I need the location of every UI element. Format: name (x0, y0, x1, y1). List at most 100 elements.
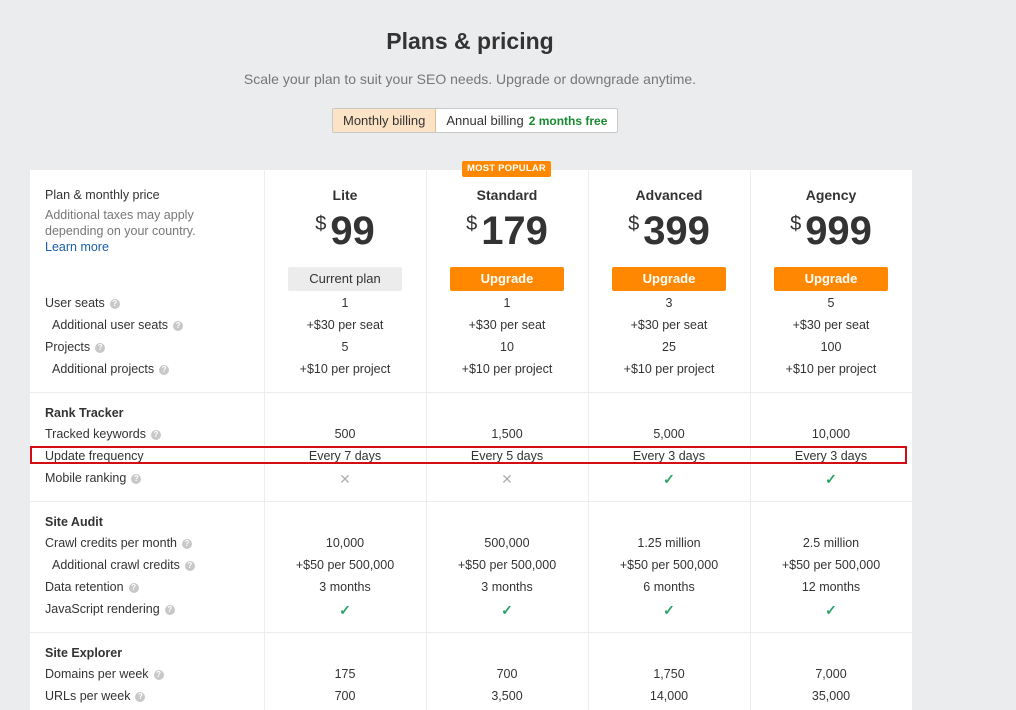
annual-billing-label: Annual billing (446, 113, 524, 128)
help-icon[interactable]: ? (184, 561, 195, 571)
row-label-domains-per-week: Domains per week? (45, 667, 164, 681)
table-cell: Every 5 days (470, 449, 544, 463)
table-cell: Every 7 days (308, 449, 382, 463)
table-cell: 500,000 (484, 536, 530, 550)
row-label-text: Tracked keywords (45, 427, 146, 441)
plan-price-label: Plan & monthly price (45, 188, 160, 202)
table-cell: +$50 per 500,000 (295, 558, 395, 572)
help-icon[interactable]: ? (182, 539, 192, 549)
table-cell: 3 (665, 296, 673, 310)
row-label-crawl-credits-per-month: Crawl credits per month? (45, 536, 192, 550)
cross-icon: ✕ (501, 471, 513, 487)
row-label-text: Projects (45, 340, 91, 354)
help-icon[interactable]: ? (164, 605, 175, 615)
table-cell: +$50 per 500,000 (781, 558, 881, 572)
table-cell: +$10 per project (299, 362, 391, 376)
currency-symbol: $ (466, 213, 478, 235)
plan-name-lite: Lite (332, 187, 358, 203)
row-label-text: Data retention (45, 580, 124, 594)
section-title-site-audit: Site Audit (45, 515, 103, 529)
price-amount: 179 (481, 209, 548, 253)
table-cell: 10,000 (811, 427, 851, 441)
table-cell: 2.5 million (802, 536, 860, 550)
check-icon: ✓ (501, 602, 513, 618)
row-label-additional-crawl-credits: Additional crawl credits? (52, 558, 195, 572)
currency-symbol: $ (315, 213, 327, 235)
row-label-mobile-ranking: Mobile ranking? (45, 471, 142, 485)
row-label-tracked-keywords: Tracked keywords? (45, 427, 161, 441)
section-title-site-explorer: Site Explorer (45, 646, 122, 660)
table-cell: +$50 per 500,000 (457, 558, 557, 572)
table-cell: +$10 per project (785, 362, 877, 376)
table-cell: +$50 per 500,000 (619, 558, 719, 572)
help-icon[interactable]: ? (131, 474, 142, 484)
table-cell: 14,000 (649, 689, 689, 703)
row-label-urls-per-week: URLs per week? (45, 689, 146, 703)
row-label-additional-projects: Additional projects? (52, 362, 170, 376)
help-icon[interactable]: ? (135, 692, 146, 702)
table-cell: +$30 per seat (792, 318, 870, 332)
upgrade-standard-button[interactable]: Upgrade (450, 267, 564, 291)
page-subtitle: Scale your plan to suit your SEO needs. … (243, 71, 697, 87)
upgrade-agency-button[interactable]: Upgrade (774, 267, 888, 291)
row-label-projects: Projects? (45, 340, 106, 354)
table-cell: 5 (827, 296, 835, 310)
row-label-text: Rank Tracker (45, 406, 124, 420)
check-icon: ✓ (663, 471, 675, 487)
row-label-text: JavaScript rendering (45, 602, 160, 616)
billing-toggle: Monthly billing Annual billing 2 months f… (332, 108, 619, 133)
annual-billing-option[interactable]: Annual billing 2 months free (436, 109, 617, 132)
help-icon[interactable]: ? (173, 321, 184, 331)
table-cell: 3 months (481, 580, 533, 594)
annual-promo-label: 2 months free (528, 114, 608, 128)
help-icon[interactable]: ? (109, 299, 120, 309)
table-cell: 35,000 (811, 689, 851, 703)
row-label-text: Domains per week (45, 667, 149, 681)
table-cell: +$30 per seat (468, 318, 546, 332)
monthly-billing-option[interactable]: Monthly billing (333, 109, 437, 132)
tax-note-line1: Additional taxes may apply (45, 208, 194, 222)
table-cell: 5 (341, 340, 349, 354)
section-title-rank-tracker: Rank Tracker (45, 406, 124, 420)
table-cell: 5,000 (653, 427, 685, 441)
currency-symbol: $ (790, 213, 802, 235)
learn-more-link[interactable]: Learn more (45, 240, 109, 254)
table-cell: +$30 per seat (306, 318, 384, 332)
row-label-text: Site Explorer (45, 646, 123, 660)
check-icon: ✓ (825, 602, 837, 618)
row-label-text: Site Audit (45, 515, 103, 529)
row-label-text: Crawl credits per month (45, 536, 177, 550)
cross-icon: ✕ (339, 471, 351, 487)
table-cell: 7,000 (815, 667, 847, 681)
row-label-text: URLs per week (45, 689, 131, 703)
table-cell: Every 3 days (794, 449, 868, 463)
price-amount: 999 (805, 209, 872, 253)
table-cell: 500 (334, 427, 356, 441)
row-label-text: Additional crawl credits (52, 558, 180, 572)
help-icon[interactable]: ? (128, 583, 139, 593)
table-cell: 10,000 (325, 536, 365, 550)
table-cell: 12 months (801, 580, 861, 594)
price-amount: 399 (643, 209, 710, 253)
table-cell: 3,500 (491, 689, 523, 703)
table-cell: 100 (820, 340, 842, 354)
upgrade-advanced-button[interactable]: Upgrade (612, 267, 726, 291)
row-label-javascript-rendering: JavaScript rendering? (45, 602, 175, 616)
help-icon[interactable]: ? (150, 430, 161, 440)
table-cell: 3 months (319, 580, 371, 594)
check-icon: ✓ (663, 602, 675, 618)
row-label-text: Update frequency (45, 449, 144, 463)
row-label-text: Additional user seats (52, 318, 169, 332)
current-plan-button[interactable]: Current plan (288, 267, 402, 291)
table-cell: 25 (662, 340, 676, 354)
help-icon[interactable]: ? (159, 365, 170, 375)
help-icon[interactable]: ? (153, 670, 164, 680)
plan-price-lite: $99 (264, 209, 426, 254)
table-cell: 6 months (643, 580, 695, 594)
table-cell: 1 (341, 296, 349, 310)
help-icon[interactable]: ? (95, 343, 106, 353)
table-cell: Every 3 days (632, 449, 706, 463)
section-divider (30, 501, 912, 502)
pricing-table: Plan & monthly price Additional taxes ma… (30, 170, 912, 710)
price-amount: 99 (330, 209, 375, 253)
